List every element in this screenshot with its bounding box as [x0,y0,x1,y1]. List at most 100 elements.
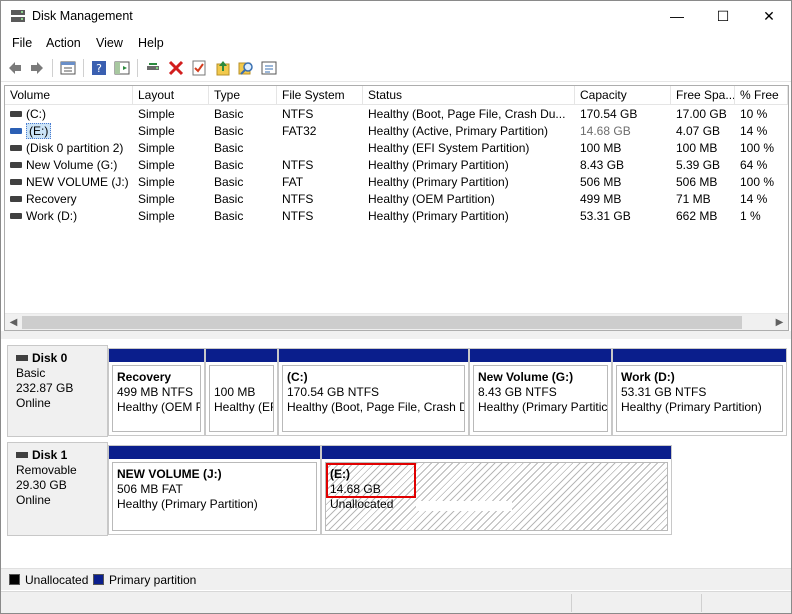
menu-file[interactable]: File [12,36,32,50]
cell-free-space: 662 MB [676,209,718,223]
column-header-layout[interactable]: Layout [133,86,209,105]
minimize-button[interactable]: — [654,1,700,31]
table-row[interactable]: New Volume (G:) Simple Basic NTFS Health… [5,157,788,174]
cell-capacity: 8.43 GB [580,158,625,172]
back-icon[interactable] [6,59,24,77]
settings-icon[interactable] [260,59,278,77]
help-icon[interactable]: ? [90,59,108,77]
cell-type: Basic [214,158,244,172]
scroll-right-icon[interactable]: ▶ [771,316,788,329]
toolbar-separator [83,59,84,77]
partition-status: Healthy (Boot, Page File, Crash Du [287,400,465,414]
horizontal-scrollbar[interactable]: ◀ ▶ [5,313,788,330]
partition-efi[interactable]: 100 MB Healthy (EF [205,348,278,436]
partition-recovery[interactable]: Recovery 499 MB NTFS Healthy (OEM P [108,348,205,436]
primary-partition-bar [109,446,320,459]
partition-status: Healthy (Primary Partition) [117,497,258,511]
volume-icon [10,212,22,219]
scroll-left-icon[interactable]: ◀ [5,316,22,329]
table-row[interactable]: (Disk 0 partition 2) Simple Basic Health… [5,140,788,157]
column-header-percent-free[interactable]: % Free [735,86,788,105]
cell-file-system: FAT32 [282,124,317,138]
cell-volume: Recovery [26,192,77,206]
cell-capacity: 170.54 GB [580,107,638,121]
column-header-free-space[interactable]: Free Spa... [671,86,735,105]
show-hide-icon[interactable] [113,59,131,77]
title-bar[interactable]: Disk Management — ☐ ✕ [1,1,791,32]
column-header-capacity[interactable]: Capacity [575,86,671,105]
cell-status: Healthy (Boot, Page File, Crash Du... [368,107,566,121]
status-cell [701,594,702,612]
unallocated-swatch [9,574,20,585]
partition-g[interactable]: New Volume (G:) 8.43 GB NTFS Healthy (Pr… [469,348,612,436]
disk-map: Disk 0 Basic 232.87 GB Online Recovery 4… [4,339,789,565]
forward-icon[interactable] [28,59,46,77]
cell-percent-free: 100 % [740,175,775,189]
scrollbar-thumb[interactable] [22,316,742,329]
disk-0-label[interactable]: Disk 0 Basic 232.87 GB Online [7,345,108,437]
window-title: Disk Management [32,9,133,23]
table-row-selected[interactable]: (E:) Simple Basic FAT32 Healthy (Active,… [5,123,788,140]
toolbar-separator [137,59,138,77]
disk-kind: Basic [16,366,46,380]
menu-view[interactable]: View [96,36,123,50]
column-header-type[interactable]: Type [209,86,277,105]
toolbar: ? [1,54,791,82]
menu-action[interactable]: Action [46,36,81,50]
primary-partition-bar [206,349,277,362]
partition-status: Healthy (Primary Partitic [478,400,608,414]
table-row[interactable]: NEW VOLUME (J:) Simple Basic FAT Healthy… [5,174,788,191]
close-button[interactable]: ✕ [746,1,792,31]
search-icon[interactable] [237,59,255,77]
cell-layout: Simple [138,209,175,223]
cell-capacity: 506 MB [580,175,622,189]
pane-splitter[interactable] [1,331,791,339]
partition-j[interactable]: NEW VOLUME (J:) 506 MB FAT Healthy (Prim… [108,445,321,535]
cell-free-space: 100 MB [676,141,718,155]
primary-partition-swatch [93,574,104,585]
disk-state: Online [16,396,51,410]
volume-icon [10,195,22,202]
cell-capacity: 53.31 GB [580,209,631,223]
list-header: Volume Layout Type File System Status Ca… [5,86,788,105]
volume-icon [10,178,22,185]
disk-management-window: Disk Management — ☐ ✕ File Action View H… [0,0,792,614]
legend-unallocated: Unallocated [25,573,89,587]
table-row[interactable]: Work (D:) Simple Basic NTFS Healthy (Pri… [5,208,788,225]
highlight-annotation [326,463,416,498]
cell-status: Healthy (Active, Primary Partition) [368,124,549,138]
partition-c[interactable]: (C:) 170.54 GB NTFS Healthy (Boot, Page … [278,348,469,436]
column-header-file-system[interactable]: File System [277,86,363,105]
primary-partition-bar [613,349,786,362]
up-arrow-icon[interactable] [214,59,232,77]
removable-volume-icon [10,127,22,134]
svg-text:?: ? [96,62,102,75]
partition-d[interactable]: Work (D:) 53.31 GB NTFS Healthy (Primary… [612,348,787,436]
maximize-button[interactable]: ☐ [700,1,746,31]
cell-capacity: 499 MB [580,192,622,206]
cell-layout: Simple [138,107,175,121]
partition-name: NEW VOLUME (J:) [117,467,222,481]
delete-icon[interactable] [167,59,185,77]
check-icon[interactable] [190,59,208,77]
connect-disk-icon[interactable] [144,59,162,77]
column-header-status[interactable]: Status [363,86,575,105]
column-header-volume[interactable]: Volume [5,86,133,105]
toolbar-separator [52,59,53,77]
cell-file-system: NTFS [282,107,314,121]
cell-file-system: FAT [282,175,304,189]
disk-icon [16,354,28,361]
table-row[interactable]: (C:) Simple Basic NTFS Healthy (Boot, Pa… [5,106,788,123]
volume-list[interactable]: Volume Layout Type File System Status Ca… [4,85,789,331]
partition-status: Healthy (OEM P [117,400,201,414]
disk-management-app-icon [11,10,25,22]
volume-icon [10,161,22,168]
legend: Unallocated Primary partition [1,568,791,590]
partition-size: 499 MB NTFS [117,385,194,399]
menu-help[interactable]: Help [138,36,164,50]
table-row[interactable]: Recovery Simple Basic NTFS Healthy (OEM … [5,191,788,208]
properties-list-icon[interactable] [59,59,77,77]
disk-1-label[interactable]: Disk 1 Removable 29.30 GB Online [7,442,108,536]
cell-status: Healthy (EFI System Partition) [368,141,530,155]
cell-volume: Work (D:) [26,209,78,223]
